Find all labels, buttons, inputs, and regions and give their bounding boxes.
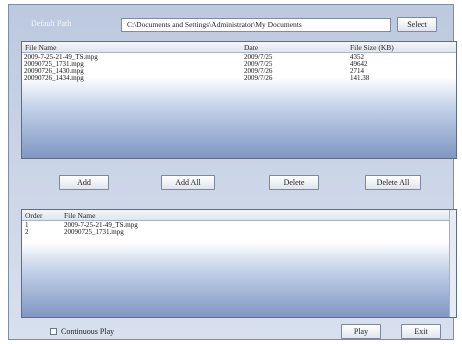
file-list-header: File Name Date File Size (KB) <box>22 42 456 53</box>
playlist-header: Order File Name <box>22 210 456 221</box>
add-button[interactable]: Add <box>59 175 109 190</box>
default-path-label: Default Path <box>31 19 72 28</box>
select-button[interactable]: Select <box>397 17 437 32</box>
play-button[interactable]: Play <box>341 324 381 339</box>
delete-all-button[interactable]: Delete All <box>365 175 421 190</box>
file-row[interactable]: 20090726_1434.mpg 2009/7/26 141.38 <box>22 75 456 82</box>
column-file-name[interactable]: File Name <box>25 43 56 52</box>
default-path-field[interactable]: C:\Documents and Settings\Administrator\… <box>121 18 391 32</box>
playlist-row[interactable]: 2 20090725_1731.mpg <box>22 229 456 236</box>
playlist-window: Default Path C:\Documents and Settings\A… <box>8 4 457 340</box>
column-date[interactable]: Date <box>244 43 258 52</box>
file-size-cell: 141.38 <box>350 74 370 82</box>
continuous-play-checkbox[interactable] <box>50 328 57 335</box>
exit-button[interactable]: Exit <box>401 324 441 339</box>
file-list[interactable]: File Name Date File Size (KB) 2009-7-25-… <box>21 41 457 159</box>
add-all-button[interactable]: Add All <box>161 175 215 190</box>
file-name-cell: 20090726_1434.mpg <box>24 74 84 82</box>
file-row[interactable]: 20090725_1731.mpg 2009/7/25 49642 <box>22 61 456 68</box>
continuous-play-label: Continuous Play <box>61 327 115 336</box>
file-row[interactable]: 2009-7-25-21-49_TS.mpg 2009/7/25 4352 <box>22 54 456 61</box>
playlist[interactable]: Order File Name 1 2009-7-25-21-49_TS.mpg… <box>21 209 457 318</box>
delete-button[interactable]: Delete <box>269 175 319 190</box>
column-file-size[interactable]: File Size (KB) <box>350 43 394 52</box>
column-order[interactable]: Order <box>25 211 43 220</box>
file-date-cell: 2009/7/26 <box>244 74 273 82</box>
column-playlist-file-name[interactable]: File Name <box>64 211 95 220</box>
file-row[interactable]: 20090726_1430.mpg 2009/7/26 2714 <box>22 68 456 75</box>
playlist-scrollbar[interactable] <box>449 210 456 317</box>
order-cell: 2 <box>25 228 29 236</box>
playlist-name-cell: 20090725_1731.mpg <box>64 228 124 236</box>
